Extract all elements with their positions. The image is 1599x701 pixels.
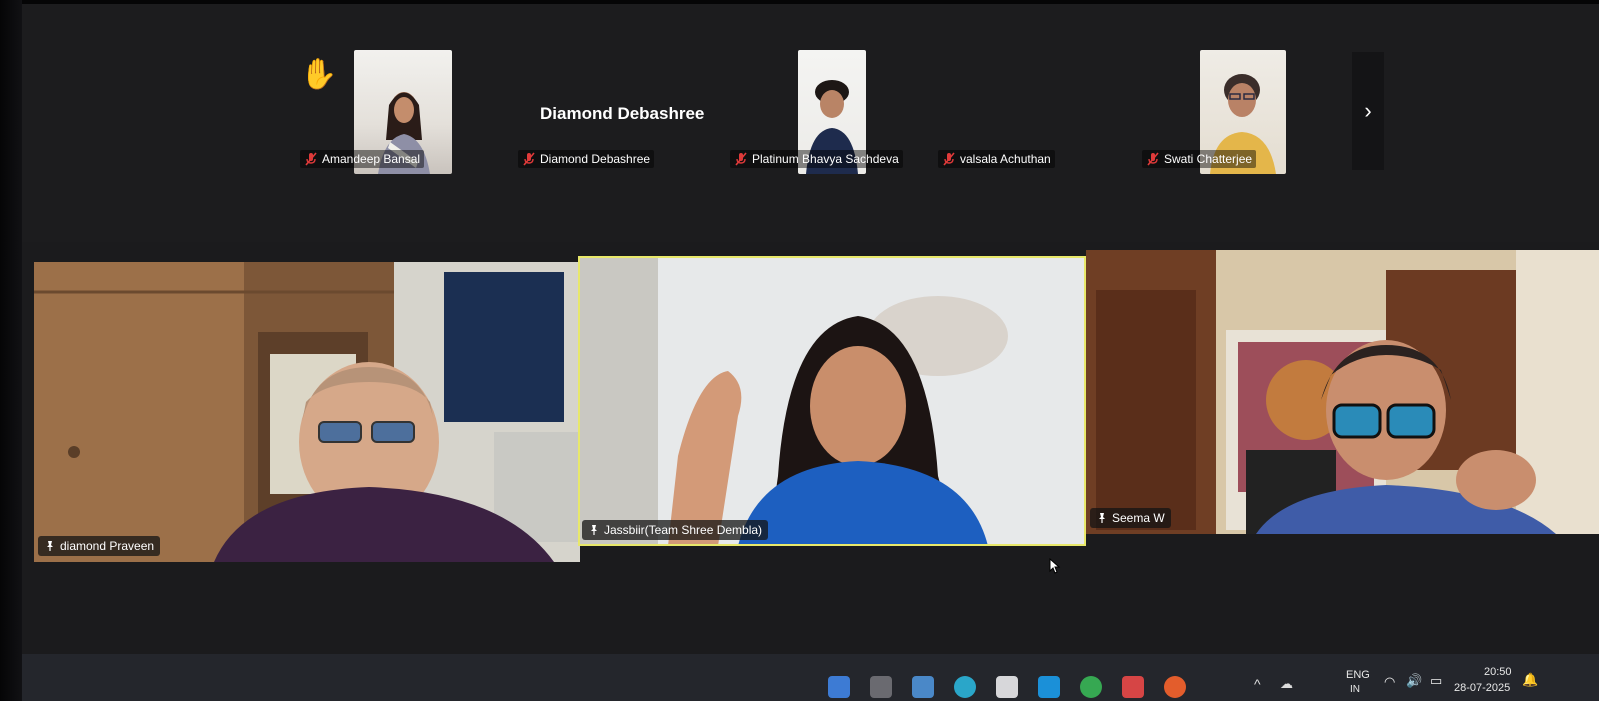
volume-icon[interactable]: 🔊 xyxy=(1406,673,1422,689)
clock-date[interactable]: 28-07-2025 xyxy=(1454,682,1510,694)
participant-name-label: Diamond Debashree xyxy=(518,150,655,168)
participant-name: valsala Achuthan xyxy=(960,152,1051,166)
notification-bell-icon[interactable]: 🔔 xyxy=(1522,672,1538,688)
mic-muted-icon xyxy=(943,152,955,166)
participant-name: Swati Chatterjee xyxy=(1164,152,1253,166)
participant-name-label: Jassbiir(Team Shree Dembla) xyxy=(582,520,769,540)
participant-name-label: Amandeep Bansal xyxy=(300,150,425,168)
pin-icon xyxy=(47,541,53,551)
language-indicator[interactable]: ENG xyxy=(1346,669,1370,681)
participant-name-label: Seema W xyxy=(1090,508,1171,528)
pin-icon xyxy=(1099,513,1105,523)
next-page-button[interactable]: › xyxy=(1352,52,1384,170)
zoom-meeting-window: ✋ Amandeep Bansal Diamond Debashree Diam… xyxy=(22,4,1599,701)
windows-taskbar: ^ ☁ ENG IN ◠ 🔊 ▭ 20:50 28-07-2025 🔔 xyxy=(22,654,1599,701)
taskbar-app-icon[interactable] xyxy=(954,676,976,698)
cloud-icon[interactable]: ☁ xyxy=(1280,676,1293,692)
participant-name: Seema W xyxy=(1112,511,1165,525)
taskbar-app-icon[interactable] xyxy=(1122,676,1144,698)
participant-name-label: Platinum Bhavya Sachdeva xyxy=(730,150,903,168)
video-tile[interactable]: diamond Praveen xyxy=(34,262,580,562)
mic-muted-icon xyxy=(1147,152,1159,166)
taskbar-app-icon[interactable] xyxy=(828,676,850,698)
taskbar-app-icon[interactable] xyxy=(870,676,892,698)
taskbar-app-icon[interactable] xyxy=(1164,676,1186,698)
video-tile[interactable]: Seema W xyxy=(1086,250,1599,534)
participant-name: diamond Praveen xyxy=(60,539,155,553)
clock-time[interactable]: 20:50 xyxy=(1484,666,1512,678)
chevron-up-icon[interactable]: ^ xyxy=(1254,676,1261,692)
participant-thumb[interactable]: Swati Chatterjee xyxy=(1142,50,1302,180)
video-tile-active-speaker[interactable]: Jassbiir(Team Shree Dembla) xyxy=(578,256,1086,546)
participant-video xyxy=(34,262,580,562)
taskbar-app-icon[interactable] xyxy=(1080,676,1102,698)
participant-name-label: valsala Achuthan xyxy=(938,150,1055,168)
monitor-bezel-left xyxy=(0,0,22,701)
participant-video xyxy=(578,256,1086,546)
participant-name: Jassbiir(Team Shree Dembla) xyxy=(604,523,763,537)
wifi-icon[interactable]: ◠ xyxy=(1384,674,1395,690)
chevron-right-icon: › xyxy=(1364,98,1372,123)
participant-thumb[interactable]: Platinum Bhavya Sachdeva xyxy=(730,50,910,180)
mic-muted-icon xyxy=(305,152,317,166)
taskbar-app-icon[interactable] xyxy=(1038,676,1060,698)
participant-thumb[interactable]: Amandeep Bansal xyxy=(300,50,460,180)
participant-name-label: diamond Praveen xyxy=(38,536,161,556)
taskbar-app-icon[interactable] xyxy=(996,676,1018,698)
participant-name: Diamond Debashree xyxy=(540,152,651,166)
participant-name: Amandeep Bansal xyxy=(322,152,421,166)
battery-icon[interactable]: ▭ xyxy=(1430,673,1442,689)
mouse-cursor-icon xyxy=(1049,558,1061,574)
region-indicator: IN xyxy=(1350,684,1360,695)
participant-thumb[interactable]: Diamond Debashree xyxy=(518,50,698,180)
mic-muted-icon xyxy=(735,152,747,166)
participant-strip: ✋ Amandeep Bansal Diamond Debashree Diam… xyxy=(22,4,1599,242)
taskbar-app-icon[interactable] xyxy=(912,676,934,698)
participant-name-label: Swati Chatterjee xyxy=(1142,150,1257,168)
participant-video xyxy=(1086,250,1599,534)
participant-name: Platinum Bhavya Sachdeva xyxy=(752,152,899,166)
pin-icon xyxy=(591,525,597,535)
mic-muted-icon xyxy=(523,152,535,166)
participant-thumb[interactable]: valsala Achuthan xyxy=(938,50,1088,180)
